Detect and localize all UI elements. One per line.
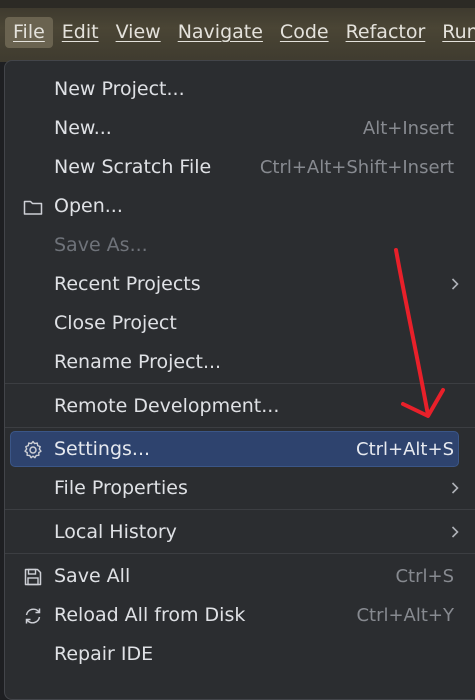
- menu-item-remote-development[interactable]: Remote Development...: [5, 387, 475, 426]
- menu-navigate[interactable]: Navigate: [170, 17, 271, 48]
- menu-item-label: New Scratch File: [54, 156, 212, 178]
- reload-icon: [25, 608, 41, 624]
- menu-item-label: New...: [54, 117, 112, 139]
- menu-view[interactable]: View: [108, 17, 169, 48]
- gear-icon: [24, 440, 42, 459]
- menu-item-label: Local History: [54, 521, 177, 543]
- chevron-right-icon: [451, 278, 459, 290]
- menu-run[interactable]: Run: [434, 17, 475, 48]
- menu-item-reload-all-from-disk[interactable]: Reload All from Disk Ctrl+Alt+Y: [5, 596, 475, 635]
- menu-bar-items: File Edit View Navigate Code Refactor Ru…: [0, 14, 475, 50]
- menu-item-shortcut: Alt+Insert: [362, 118, 454, 139]
- chevron-right-icon: [451, 482, 459, 494]
- menu-item-close-project[interactable]: Close Project: [5, 304, 475, 343]
- chevron-right-icon: [451, 526, 459, 538]
- menu-item-label: Reload All from Disk: [54, 604, 246, 626]
- menu-file[interactable]: File: [5, 16, 53, 48]
- menu-item-shortcut: Ctrl+Alt+S: [356, 439, 454, 460]
- menu-item-label: Open...: [54, 195, 123, 217]
- menu-item-local-history[interactable]: Local History: [5, 513, 475, 552]
- menu-item-label: Repair IDE: [54, 643, 154, 665]
- menu-item-save-as: Save As...: [5, 226, 475, 265]
- menu-item-label: Rename Project...: [54, 351, 222, 373]
- menu-item-new-scratch-file[interactable]: New Scratch File Ctrl+Alt+Shift+Insert: [5, 148, 475, 187]
- menu-separator: [5, 383, 475, 384]
- title-strip: [0, 0, 475, 8]
- menu-bar: File Edit View Navigate Code Refactor Ru…: [0, 0, 475, 62]
- menu-item-label: Remote Development...: [54, 395, 280, 417]
- menu-item-label: File Properties: [54, 477, 188, 499]
- menu-item-new[interactable]: New... Alt+Insert: [5, 109, 475, 148]
- menu-item-label: Recent Projects: [54, 273, 201, 295]
- menu-item-shortcut: Ctrl+Alt+Y: [356, 605, 454, 626]
- menu-item-label: Settings...: [54, 438, 151, 460]
- menu-item-save-all[interactable]: Save All Ctrl+S: [5, 557, 475, 596]
- menu-item-shortcut: Ctrl+Alt+Shift+Insert: [259, 157, 454, 178]
- menu-item-rename-project[interactable]: Rename Project...: [5, 343, 475, 382]
- menu-item-label: New Project...: [54, 78, 185, 100]
- menu-refactor[interactable]: Refactor: [338, 17, 434, 48]
- menu-separator: [5, 427, 475, 428]
- menu-edit[interactable]: Edit: [54, 17, 107, 48]
- save-icon: [24, 568, 42, 586]
- menu-item-label: Save All: [54, 565, 131, 587]
- menu-item-recent-projects[interactable]: Recent Projects: [5, 265, 475, 304]
- menu-item-label: Save As...: [54, 234, 148, 256]
- menu-item-open[interactable]: Open...: [5, 187, 475, 226]
- menu-separator: [5, 553, 475, 554]
- menu-item-shortcut: Ctrl+S: [395, 566, 454, 587]
- menu-item-label: Close Project: [54, 312, 177, 334]
- menu-item-new-project[interactable]: New Project...: [5, 70, 475, 109]
- file-menu-dropdown: New Project... New... Alt+Insert New Scr…: [4, 60, 475, 700]
- menu-separator: [5, 509, 475, 510]
- menu-item-repair-ide[interactable]: Repair IDE: [5, 635, 475, 674]
- folder-icon: [23, 200, 43, 215]
- menu-code[interactable]: Code: [272, 17, 337, 48]
- menu-item-settings[interactable]: Settings... Ctrl+Alt+S: [5, 430, 475, 469]
- menu-item-file-properties[interactable]: File Properties: [5, 469, 475, 508]
